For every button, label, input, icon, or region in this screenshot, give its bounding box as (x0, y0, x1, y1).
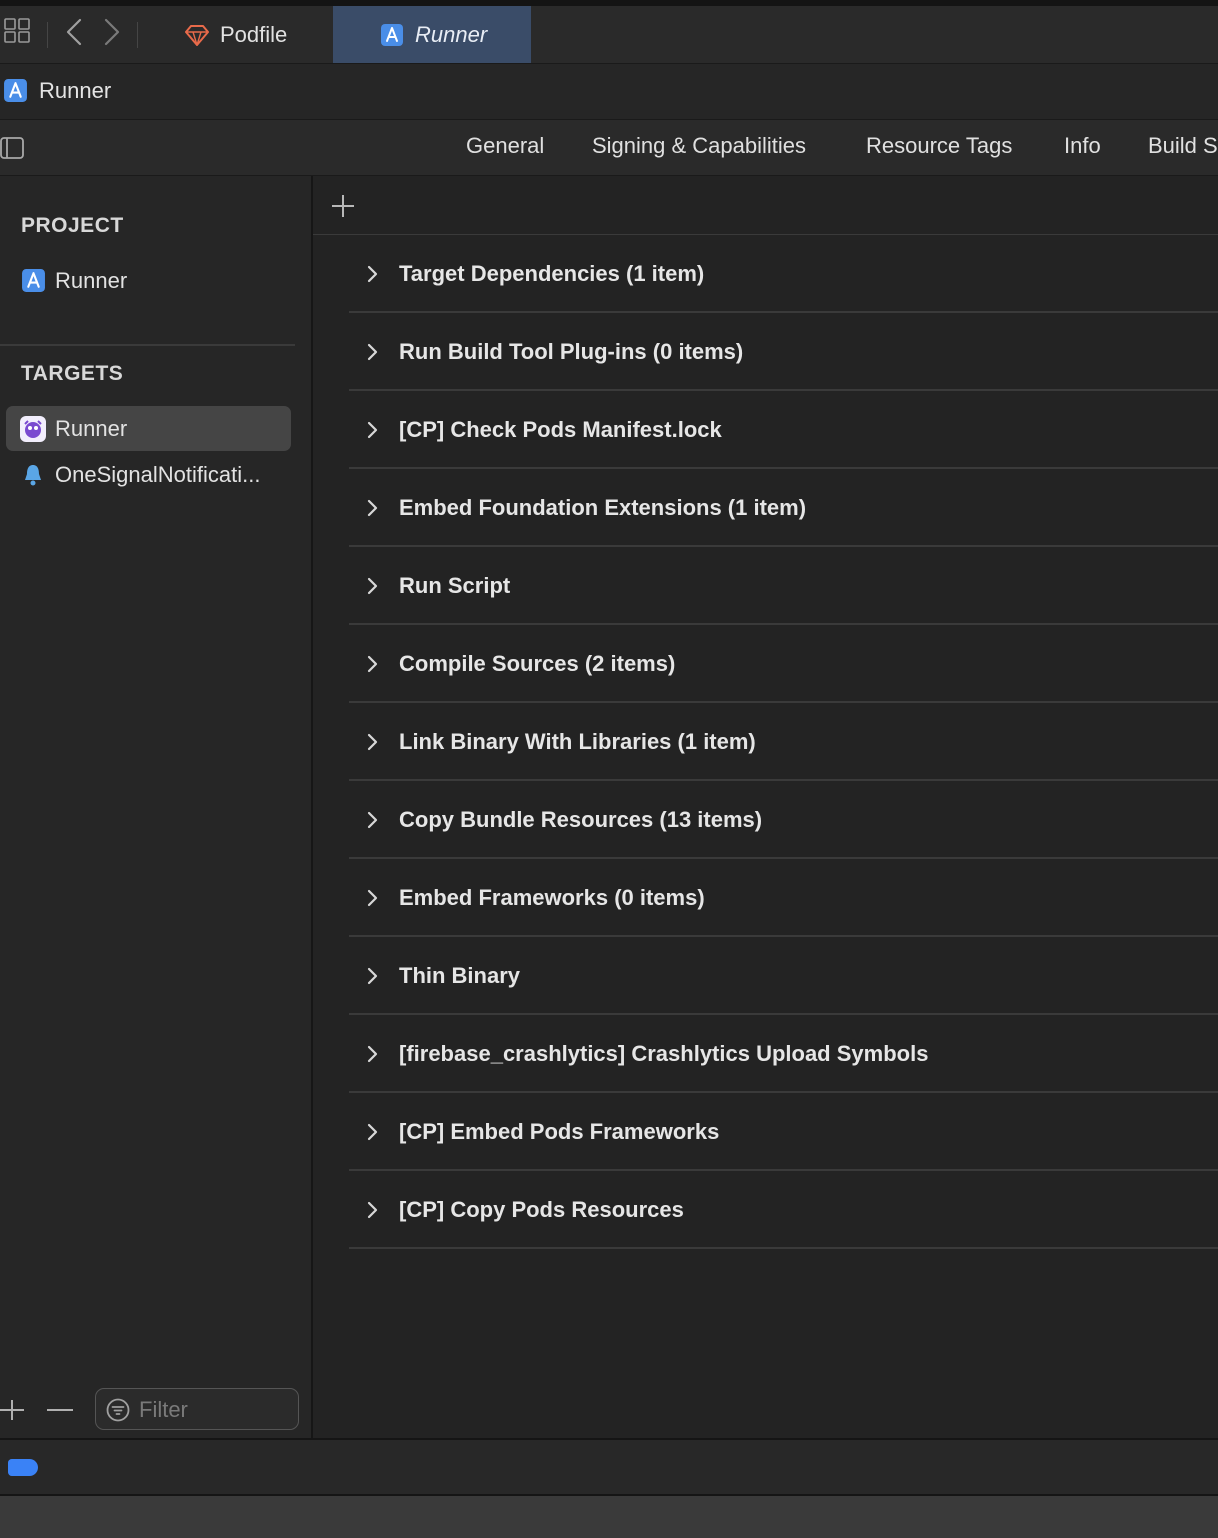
build-phase-label: [CP] Embed Pods Frameworks (399, 1119, 720, 1144)
chevron-right-icon[interactable] (364, 733, 382, 751)
tab-label: Podfile (220, 21, 288, 47)
xcode-project-icon (3, 78, 28, 103)
xcode-project-icon (21, 268, 46, 293)
add-target-icon[interactable] (0, 1398, 24, 1422)
tab-build-settings[interactable]: Build S (1148, 133, 1218, 159)
breakpoint-indicator-icon[interactable] (8, 1459, 38, 1476)
sidebar-toggle-icon[interactable] (0, 136, 24, 160)
app-icon (19, 415, 47, 443)
bell-icon (21, 462, 45, 488)
build-phase-label: Run Script (399, 573, 511, 598)
tab-info[interactable]: Info (1064, 133, 1101, 159)
tab-runner[interactable]: Runner (333, 6, 531, 63)
window-bottom-bar (0, 1494, 1218, 1538)
chevron-right-icon[interactable] (364, 1123, 382, 1141)
chevron-right-icon[interactable] (364, 421, 382, 439)
build-phase-label: [CP] Check Pods Manifest.lock (399, 417, 722, 442)
build-phase-label: Embed Foundation Extensions (1 item) (399, 495, 807, 520)
toolbar-divider (47, 22, 48, 48)
chevron-right-icon[interactable] (364, 655, 382, 673)
chevron-right-icon[interactable] (364, 265, 382, 283)
build-phase-label: Copy Bundle Resources (13 items) (399, 807, 763, 832)
add-build-phase-icon[interactable] (330, 193, 356, 219)
xcode-project-icon (379, 22, 405, 48)
breadcrumb-bar (0, 64, 1218, 120)
chevron-right-icon[interactable] (364, 577, 382, 595)
chevron-right-icon[interactable] (364, 1045, 382, 1063)
sidebar-item-project-runner[interactable]: Runner (55, 268, 127, 294)
filter-placeholder: Filter (139, 1397, 188, 1422)
filter-icon (106, 1398, 130, 1422)
chevron-right-icon[interactable] (364, 889, 382, 907)
build-phase-label: Link Binary With Libraries (1 item) (399, 729, 756, 754)
project-section-title: PROJECT (21, 214, 124, 237)
tab-resource-tags[interactable]: Resource Tags (866, 133, 1012, 159)
build-phase-label: Target Dependencies (1 item) (399, 261, 705, 286)
chevron-right-icon[interactable] (364, 967, 382, 985)
grid-icon[interactable] (4, 16, 30, 46)
chevron-right-icon[interactable] (364, 343, 382, 361)
ruby-gem-icon (184, 22, 210, 48)
sidebar-item-target-runner[interactable] (6, 406, 291, 451)
chevron-right-icon[interactable] (364, 499, 382, 517)
chevron-right-icon[interactable] (100, 16, 124, 48)
tab-podfile[interactable]: Podfile (170, 6, 332, 63)
tab-signing-capabilities[interactable]: Signing & Capabilities (592, 133, 806, 159)
breadcrumb[interactable]: Runner (39, 78, 111, 104)
targets-section-title: TARGETS (21, 362, 124, 385)
tab-label: Runner (415, 21, 488, 47)
debug-status-bar (0, 1438, 1218, 1496)
build-phase-label: [CP] Copy Pods Resources (399, 1197, 684, 1222)
sidebar-item-label: Runner (55, 416, 128, 441)
build-phase-label: Thin Binary (399, 963, 521, 988)
remove-target-icon[interactable] (46, 1398, 74, 1422)
build-phase-label: [firebase_crashlytics] Crashlytics Uploa… (399, 1041, 929, 1066)
chevron-left-icon[interactable] (62, 16, 86, 48)
tab-general[interactable]: General (466, 133, 544, 159)
chevron-right-icon[interactable] (364, 811, 382, 829)
chevron-right-icon[interactable] (364, 1201, 382, 1219)
toolbar-divider (137, 22, 138, 48)
build-phase-label: Embed Frameworks (0 items) (399, 885, 705, 910)
sidebar-divider (0, 344, 295, 346)
build-phase-label: Run Build Tool Plug-ins (0 items) (399, 339, 744, 364)
build-phase-label: Compile Sources (2 items) (399, 651, 676, 676)
sidebar-item-target-onesignal[interactable]: OneSignalNotificati... (55, 462, 260, 488)
